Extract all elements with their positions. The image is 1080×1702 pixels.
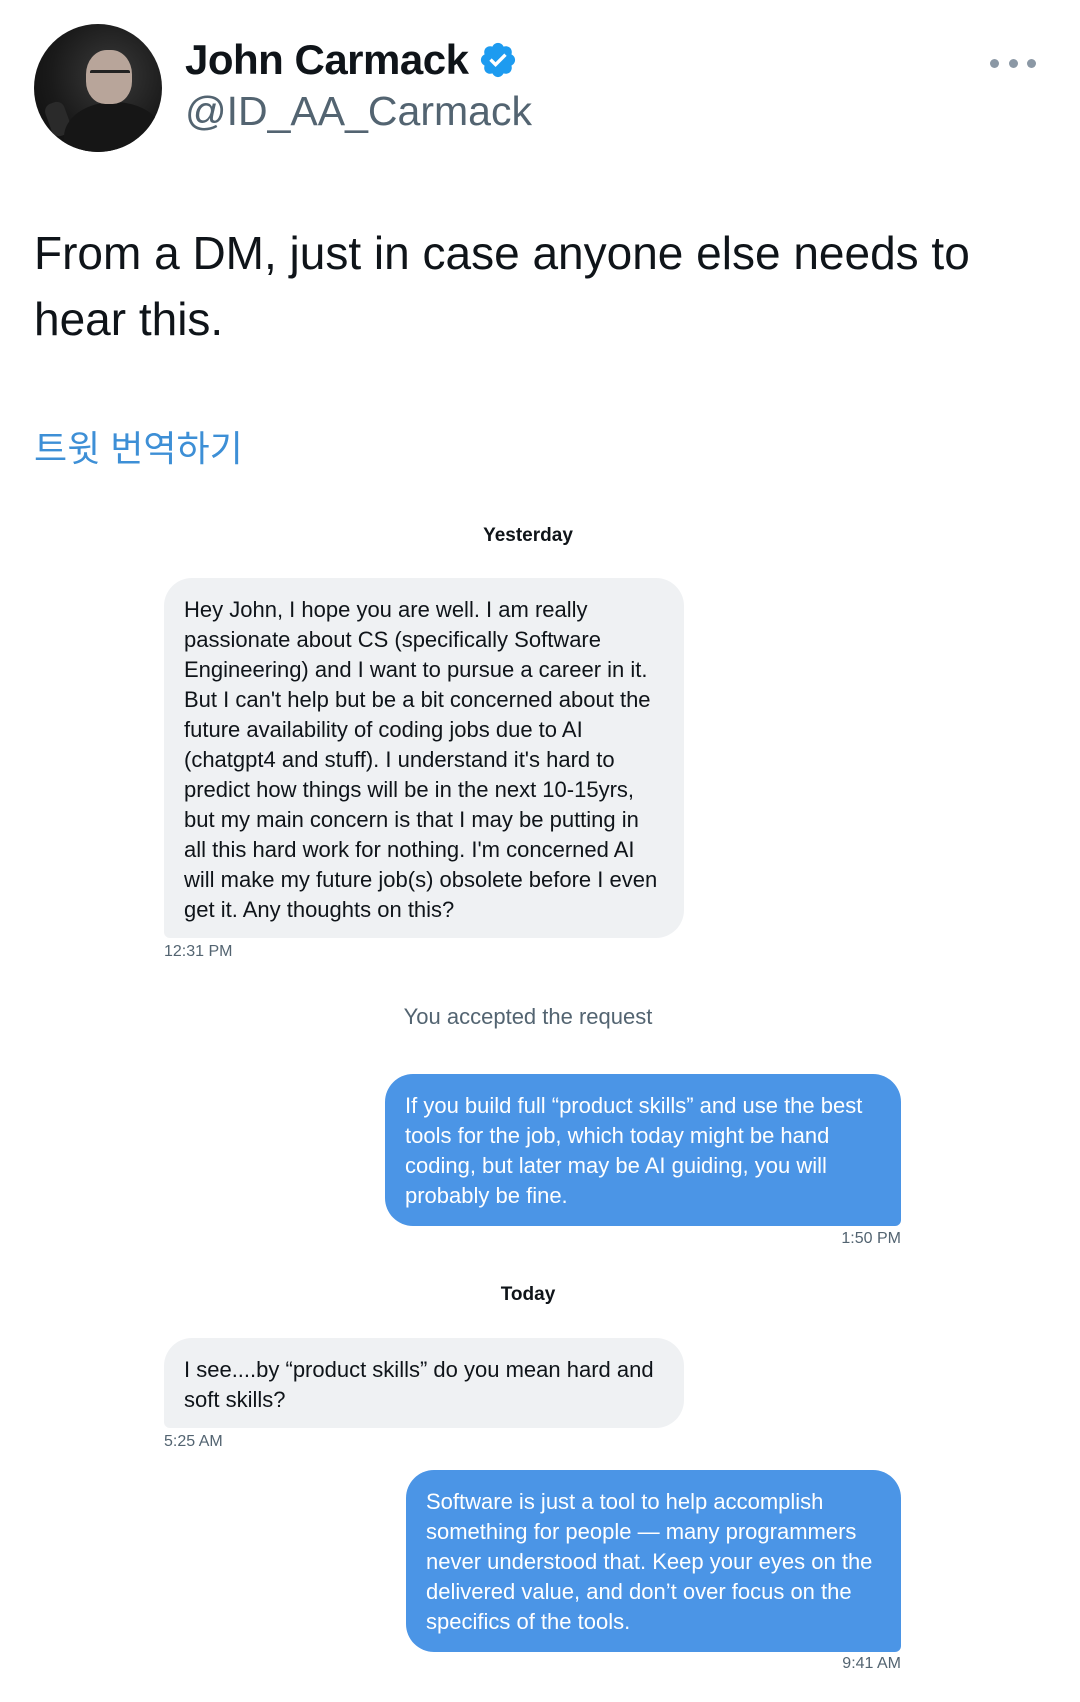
avatar-body <box>64 102 162 152</box>
message-bubble-incoming: I see....by “product skills” do you mean… <box>164 1338 684 1428</box>
more-dot-icon <box>990 58 999 68</box>
message-bubble-outgoing: Software is just a tool to help accompli… <box>406 1470 901 1652</box>
verified-badge-icon <box>481 42 516 78</box>
tweet-text: From a DM, just in case anyone else need… <box>34 227 970 345</box>
more-horizontal-icon[interactable] <box>990 50 1036 76</box>
message-timestamp: 1:50 PM <box>841 1230 901 1247</box>
author-name-row[interactable]: John Carmack <box>185 36 518 84</box>
more-dot-icon <box>1027 58 1036 68</box>
message-timestamp: 9:41 AM <box>842 1655 901 1672</box>
avatar[interactable] <box>34 24 162 152</box>
day-separator-today: Today <box>500 1284 556 1305</box>
message-timestamp: 12:31 PM <box>164 943 233 960</box>
message-bubble-incoming: Hey John, I hope you are well. I am real… <box>164 578 684 938</box>
author-handle[interactable]: @ID_AA_Carmack <box>185 88 532 135</box>
more-dot-icon <box>1008 58 1018 68</box>
system-note: You accepted the request <box>403 1004 653 1029</box>
author-name[interactable]: John Carmack <box>185 36 469 84</box>
avatar-glasses <box>90 70 130 81</box>
tweet-card: John Carmack @ID_AA_Carmack From a DM, j… <box>0 0 1080 1702</box>
day-separator-yesterday: Yesterday <box>483 525 573 546</box>
message-bubble-outgoing: If you build full “product skills” and u… <box>385 1074 901 1226</box>
translate-tweet-link[interactable]: 트윗 번역하기 <box>34 420 243 472</box>
message-timestamp: 5:25 AM <box>164 1433 223 1450</box>
